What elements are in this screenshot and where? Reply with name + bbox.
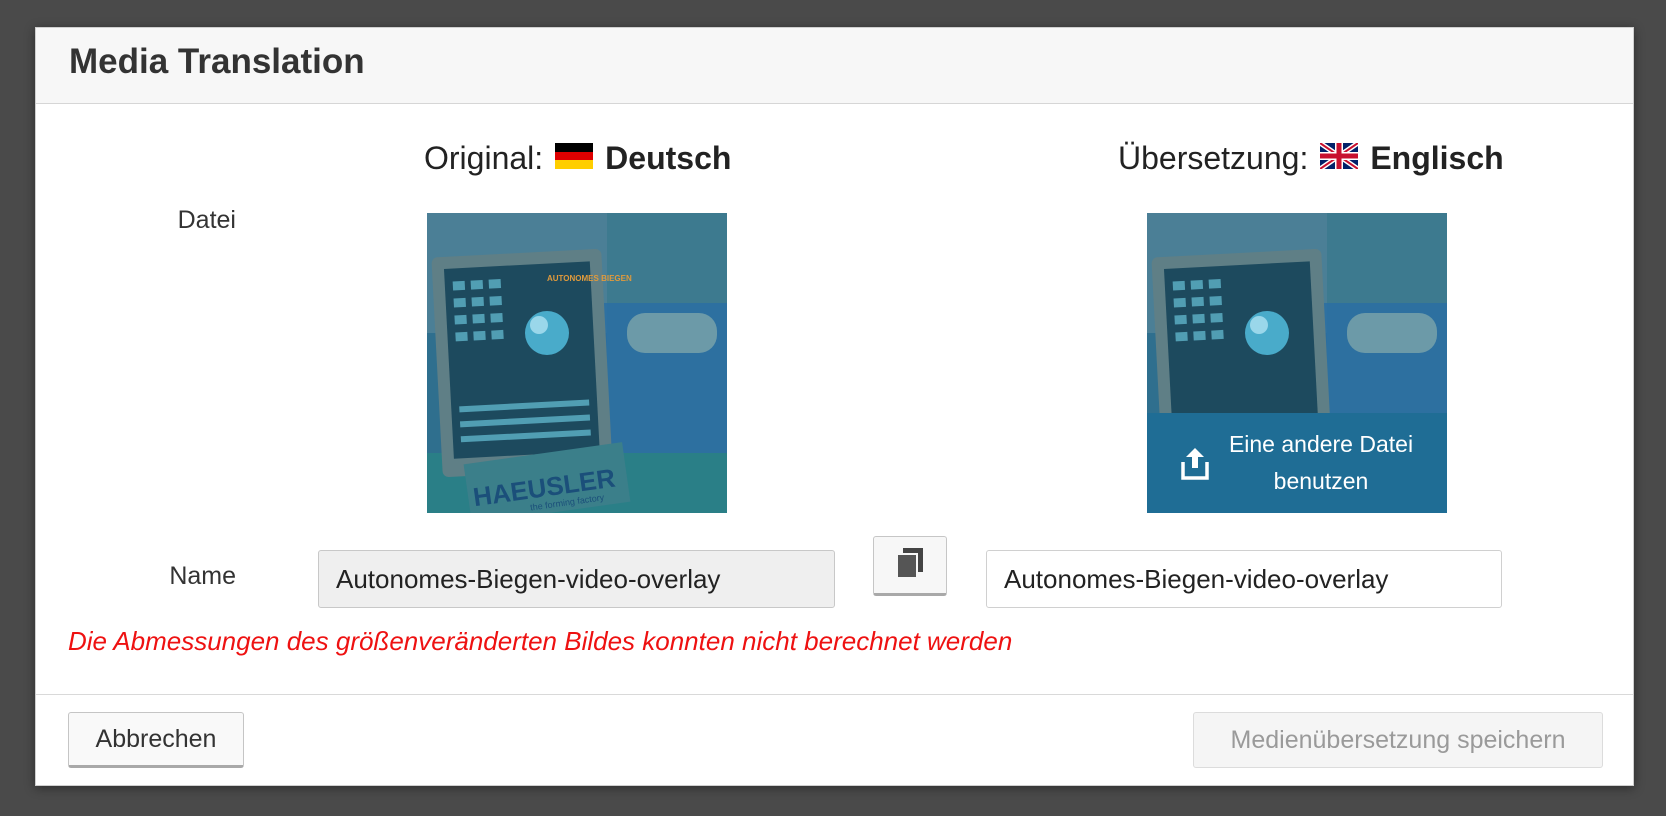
original-media-thumbnail: AUTONOMES BIEGEN HAEUSLER the forming fa… [427,213,727,513]
original-column-header: Original: Deutsch [424,140,731,177]
upload-label-line1: Eine andere Datei [1228,431,1414,457]
original-language: Deutsch [605,140,732,176]
error-message: Die Abmessungen des größenveränderten Bi… [68,626,1013,656]
use-other-file-button[interactable]: Eine andere Datei benutzen [1147,413,1447,513]
original-name-field: Autonomes-Biegen-video-overlay [318,550,835,608]
translation-name-input[interactable]: Autonomes-Biegen-video-overlay [986,550,1502,608]
original-prefix: Original: [424,140,544,176]
footer-divider [36,694,1633,695]
upload-label: Eine andere Datei benutzen [1229,426,1413,500]
translation-column-header: Übersetzung: Englisch [1118,140,1504,177]
translation-prefix: Übersetzung: [1118,140,1309,176]
name-label: Name [169,562,236,590]
dialog-title: Media Translation [69,42,365,81]
thumb-screen-text: AUTONOMES BIEGEN [547,274,632,283]
copy-name-button[interactable] [873,536,947,596]
de-flag-icon [555,140,594,177]
translation-language: Englisch [1370,140,1504,176]
dialog-header: Media Translation [36,28,1633,104]
upload-label-line2: benutzen [1273,468,1369,494]
translation-media-thumbnail: Eine andere Datei benutzen [1147,213,1447,513]
save-translation-button[interactable]: Medienübersetzung speichern [1193,712,1603,768]
media-translation-dialog: Media Translation Original: Deutsch Über… [35,27,1634,786]
copy-icon [895,546,925,585]
original-name-value: Autonomes-Biegen-video-overlay [336,563,721,594]
translation-name-value: Autonomes-Biegen-video-overlay [1004,563,1389,594]
upload-icon [1181,446,1209,480]
cancel-button[interactable]: Abbrechen [68,712,244,768]
file-label: Datei [177,206,236,234]
uk-flag-icon [1318,140,1360,177]
